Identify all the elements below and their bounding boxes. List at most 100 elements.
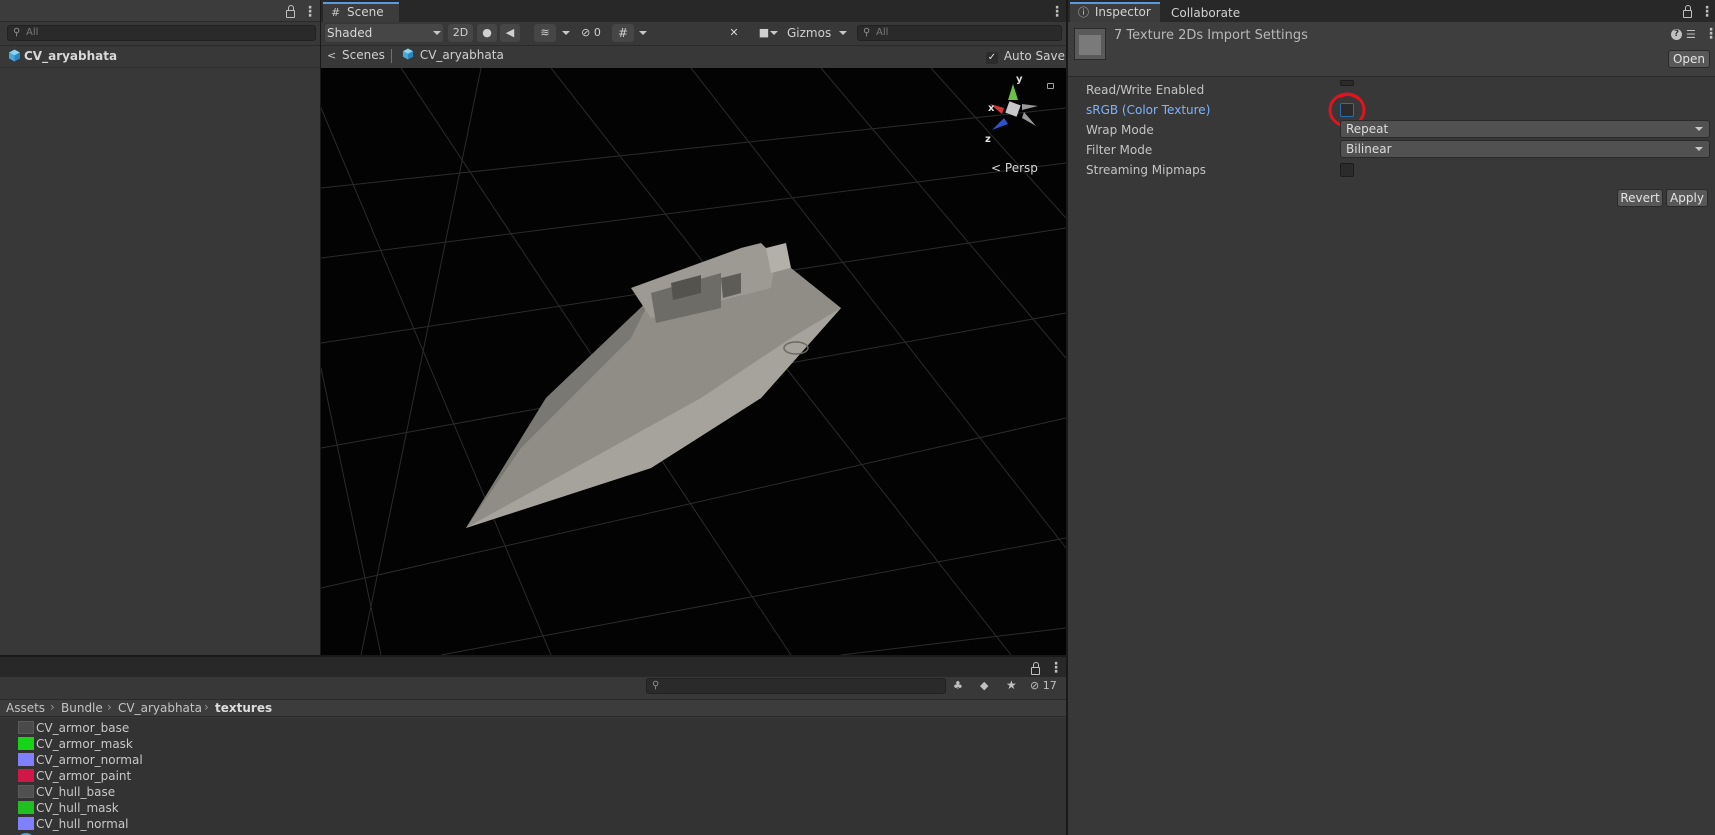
asset-name: CV_armor_normal xyxy=(36,753,143,767)
back-share-icon: < xyxy=(327,49,337,62)
breadcrumb-textures[interactable]: textures xyxy=(215,701,272,715)
project-lock-icon[interactable] xyxy=(1031,662,1040,675)
hierarchy-item-label: CV_aryabhata xyxy=(24,49,118,63)
neg-x-axis-cone-icon[interactable] xyxy=(1022,112,1036,126)
breadcrumb-cv-aryabhata[interactable]: CV_aryabhata xyxy=(402,48,504,64)
auto-save-toggle[interactable]: ✓ Auto Save xyxy=(986,49,1065,65)
asset-name: CV_armor_base xyxy=(36,721,130,735)
breadcrumb-assets[interactable]: Assets xyxy=(6,701,45,715)
tab-collaborate[interactable]: Collaborate xyxy=(1163,3,1248,23)
gizmo-axis-x-label: x xyxy=(988,103,995,114)
project-tabbar xyxy=(0,657,1066,677)
projection-label: Persp xyxy=(1004,161,1038,175)
inspector-panel: ⓘ Inspector Collaborate ⋮ 7 Texture 2Ds … xyxy=(1068,0,1715,835)
filter-mode-label: Filter Mode xyxy=(1086,143,1153,157)
scene-panel: # Scene ⋮ Shaded 2D ● ◀ ≋ ⊘ 0 # ✕ ■ Gizm… xyxy=(321,0,1066,655)
scene-search-input[interactable]: ⚲ All xyxy=(857,25,1062,41)
srgb-label: sRGB (Color Texture) xyxy=(1086,103,1211,117)
asset-row-cv-armor-normal[interactable]: CV_armor_normal xyxy=(0,752,1066,768)
streaming-mipmaps-checkbox[interactable] xyxy=(1340,163,1354,177)
y-axis-cone-icon[interactable] xyxy=(1008,84,1018,100)
grid-dropdown-arrow-icon[interactable] xyxy=(639,31,647,35)
breadcrumb-scene-name: CV_aryabhata xyxy=(419,48,504,62)
texture-thumb-icon xyxy=(18,785,34,798)
scene-more-icon[interactable]: ⋮ xyxy=(1050,5,1064,19)
toggle-2d-button[interactable]: 2D xyxy=(448,24,473,42)
inspector-lock-icon[interactable] xyxy=(1683,5,1692,18)
search-icon: ⚲ xyxy=(13,27,21,38)
favorites-star-icon[interactable]: ★ xyxy=(1006,678,1017,692)
header-more-icon[interactable]: ⋮ xyxy=(1704,27,1715,41)
search-by-label-icon[interactable]: ◆ xyxy=(980,679,988,692)
streaming-mipmaps-label: Streaming Mipmaps xyxy=(1086,163,1207,177)
breadcrumb-scenes[interactable]: < Scenes xyxy=(327,48,385,64)
asset-row-cv-hull-mask[interactable]: CV_hull_mask xyxy=(0,800,1066,816)
gizmo-lock-icon[interactable] xyxy=(1047,83,1054,89)
effects-dropdown-arrow-icon[interactable] xyxy=(562,31,570,35)
asset-name: CV_hull_normal xyxy=(36,817,129,831)
wrap-mode-dropdown[interactable]: Repeat xyxy=(1340,120,1710,138)
scene-viewport[interactable]: y x z < Persp xyxy=(321,68,1066,655)
help-icon[interactable]: ? xyxy=(1671,29,1682,40)
gizmos-dropdown[interactable]: Gizmos xyxy=(781,24,853,42)
breadcrumb-cv-aryabhata[interactable]: CV_aryabhata xyxy=(118,701,202,715)
breadcrumb-separator xyxy=(391,49,392,63)
z-axis-cone-icon[interactable] xyxy=(992,118,1008,130)
texture-thumb-icon xyxy=(18,801,34,814)
grid-snap-icon: # xyxy=(617,26,629,40)
asset-row-cv-armor-paint[interactable]: CV_armor_paint xyxy=(0,768,1066,784)
wrap-mode-label: Wrap Mode xyxy=(1086,123,1154,137)
projection-toggle[interactable]: < Persp xyxy=(991,161,1038,175)
effects-toggle-button[interactable]: ≋ xyxy=(534,24,556,42)
inspector-more-icon[interactable]: ⋮ xyxy=(1700,5,1714,19)
camera-dropdown-arrow-icon[interactable] xyxy=(770,31,778,35)
search-by-type-icon[interactable]: ♣ xyxy=(953,679,963,692)
hierarchy-more-icon[interactable]: ⋮ xyxy=(303,5,317,19)
tools-button[interactable]: ✕ xyxy=(723,24,745,42)
shading-mode-label: Shaded xyxy=(327,26,373,40)
asset-row-cv-hull-normal[interactable]: CV_hull_normal xyxy=(0,816,1066,832)
asset-row-cv-hull-base[interactable]: CV_hull_base xyxy=(0,784,1066,800)
scene-viewport-render xyxy=(321,68,1066,655)
scene-tabbar xyxy=(321,0,1066,22)
hierarchy-search-input[interactable]: ⚲ All xyxy=(7,25,316,41)
scene-cube-icon xyxy=(402,48,414,60)
apply-button[interactable]: Apply xyxy=(1666,189,1708,207)
project-more-icon[interactable]: ⋮ xyxy=(1049,661,1063,675)
texture-thumb-icon xyxy=(18,753,34,766)
asset-row-cv-armor-mask[interactable]: CV_armor_mask xyxy=(0,736,1066,752)
audio-toggle-button[interactable]: ◀ xyxy=(500,24,520,42)
revert-button[interactable]: Revert xyxy=(1617,189,1663,207)
texture-thumb-icon xyxy=(18,817,34,830)
hierarchy-search-placeholder: All xyxy=(26,27,39,38)
hidden-packages-count: 17 xyxy=(1042,679,1057,692)
asset-row-cv-armor-base[interactable]: CV_armor_base xyxy=(0,720,1066,736)
hierarchy-tabbar xyxy=(0,0,320,22)
gizmo-axis-z-label: z xyxy=(985,134,991,145)
project-search-input[interactable]: ⚲ xyxy=(646,678,946,694)
chevron-down-icon xyxy=(433,31,441,35)
tab-inspector[interactable]: ⓘ Inspector xyxy=(1070,2,1160,22)
shading-mode-dropdown[interactable]: Shaded xyxy=(325,24,443,42)
grid-toggle-button[interactable]: # xyxy=(612,24,634,42)
asset-name: CV_hull_mask xyxy=(36,801,119,815)
breadcrumb-bundle[interactable]: Bundle xyxy=(61,701,103,715)
hierarchy-lock-icon[interactable] xyxy=(286,5,295,18)
hidden-packages-toggle[interactable]: ⊘ 17 xyxy=(1030,679,1057,692)
read-write-checkbox[interactable] xyxy=(1340,80,1354,86)
lighting-toggle-button[interactable]: ● xyxy=(477,24,497,42)
neg-z-axis-cone-icon[interactable] xyxy=(1022,104,1038,110)
hierarchy-item-cv-aryabhata[interactable]: CV_aryabhata xyxy=(0,47,320,65)
inspector-header-title: 7 Texture 2Ds Import Settings xyxy=(1114,28,1308,43)
filter-mode-dropdown[interactable]: Bilinear xyxy=(1340,140,1710,158)
hidden-objects-count: 0 xyxy=(593,26,601,39)
chevron-right-icon: › xyxy=(50,700,55,714)
gizmo-center-cube-icon[interactable] xyxy=(1005,101,1021,117)
tab-scene[interactable]: # Scene xyxy=(323,2,399,22)
open-button[interactable]: Open xyxy=(1668,50,1710,68)
effects-layers-icon: ≋ xyxy=(540,26,550,39)
chevron-down-icon xyxy=(839,31,847,35)
scene-visibility-toggle[interactable]: ⊘ 0 xyxy=(575,24,607,42)
presets-icon[interactable]: ☰ xyxy=(1686,28,1696,41)
texture-thumb-icon xyxy=(18,769,34,782)
